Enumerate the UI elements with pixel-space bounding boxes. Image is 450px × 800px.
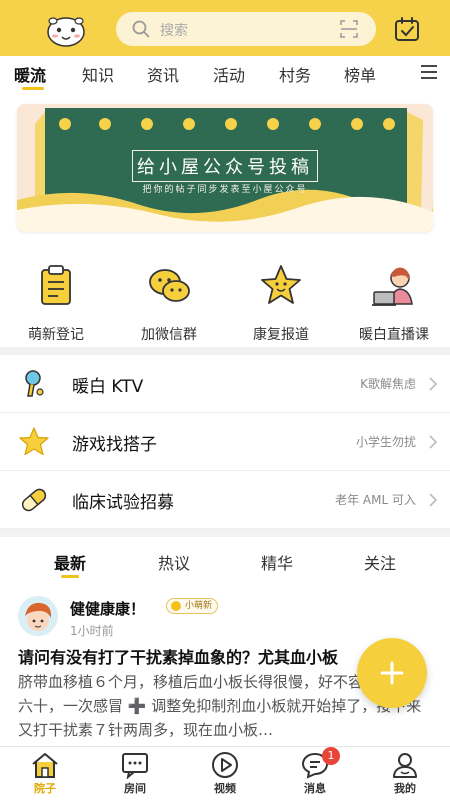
star-icon <box>261 265 301 304</box>
section-divider <box>0 529 450 537</box>
tab-cunwu[interactable]: 村务 <box>279 62 311 86</box>
search-bar[interactable]: 搜索 <box>116 12 376 46</box>
category-tabs: 暖流 知识 资讯 活动 村务 榜单 <box>0 56 450 96</box>
mascot-logo-icon[interactable] <box>44 12 88 48</box>
tab-nuanliu[interactable]: 暖流 <box>14 62 46 86</box>
plus-icon <box>380 661 404 685</box>
quick-entry-label: 暖白直播课 <box>359 327 429 343</box>
list-row-game-buddy[interactable]: 游戏找搭子 小学生勿扰 <box>0 413 450 471</box>
chevron-right-icon <box>429 435 438 449</box>
tab-zhishi[interactable]: 知识 <box>82 62 114 86</box>
nav-yard[interactable]: 院子 <box>0 751 90 796</box>
nav-profile[interactable]: 我的 <box>360 751 450 796</box>
row-title: 临床试验招募 <box>72 493 174 513</box>
section-divider <box>0 347 450 355</box>
post-username[interactable]: 健健康康！ <box>70 598 145 619</box>
feed-tab-featured[interactable]: 精华 <box>227 550 327 574</box>
live-class-icon <box>372 267 413 306</box>
nav-label: 院子 <box>34 782 56 795</box>
user-avatar-icon <box>18 596 58 636</box>
chevron-right-icon <box>429 493 438 507</box>
quick-entry-wechat-group[interactable]: 加微信群 <box>119 262 219 344</box>
feed-tab-following[interactable]: 关注 <box>330 550 430 574</box>
avatar[interactable] <box>18 596 58 636</box>
app-root: 搜索 暖流 知识 资讯 活动 村务 榜单 给小屋公众号投稿 把你的帖子同步发表至… <box>0 0 450 800</box>
quick-entry-label: 加微信群 <box>141 327 197 343</box>
checkin-calendar-icon[interactable] <box>394 16 420 42</box>
search-placeholder: 搜索 <box>160 23 188 39</box>
list-row-clinical-trial[interactable]: 临床试验招募 老年 AML 可入 <box>0 471 450 529</box>
nav-label: 我的 <box>394 782 416 795</box>
user-level-badge: 小萌新 <box>166 598 219 614</box>
active-feed-tab-indicator <box>61 575 79 578</box>
room-icon <box>122 753 148 779</box>
nav-label: 消息 <box>304 782 326 795</box>
bottom-navigation: 院子 房间 视频 1 消息 我的 <box>0 746 450 800</box>
nav-room[interactable]: 房间 <box>90 751 180 796</box>
row-title: 暖白 KTV <box>72 377 144 397</box>
microphone-icon <box>25 370 44 397</box>
nav-video[interactable]: 视频 <box>180 751 270 796</box>
feed-tab-latest[interactable]: 最新 <box>20 550 120 574</box>
chevron-right-icon <box>429 377 438 391</box>
pill-icon <box>21 488 47 512</box>
tab-bangdan[interactable]: 榜单 <box>344 62 376 86</box>
feed-tab-hot[interactable]: 热议 <box>124 550 224 574</box>
tab-huodong[interactable]: 活动 <box>213 62 245 86</box>
create-post-button[interactable] <box>357 638 427 708</box>
nav-label: 视频 <box>214 782 236 795</box>
nav-messages[interactable]: 1 消息 <box>270 747 360 796</box>
profile-icon <box>393 753 417 778</box>
tab-zixun[interactable]: 资讯 <box>147 62 179 86</box>
list-row-ktv[interactable]: 暖白 KTV K歌解焦虑 <box>0 355 450 413</box>
nav-label: 房间 <box>124 782 146 795</box>
post-time: 1小时前 <box>70 624 114 638</box>
quick-entry-live-class[interactable]: 暖白直播课 <box>344 262 444 344</box>
scan-icon[interactable] <box>340 20 358 38</box>
quick-entry-label: 萌新登记 <box>28 327 84 343</box>
quick-entries: 萌新登记 加微信群 康复报道 暖白直播课 <box>0 262 450 344</box>
row-note: 老年 AML 可入 <box>335 493 416 507</box>
row-note: K歌解焦虑 <box>360 377 416 391</box>
quick-entry-recovery[interactable]: 康复报道 <box>231 262 331 344</box>
top-header: 搜索 <box>0 0 450 56</box>
banner-title: 给小屋公众号投稿 <box>17 150 433 182</box>
row-title: 游戏找搭子 <box>72 435 157 455</box>
row-note: 小学生勿扰 <box>355 435 416 449</box>
active-tab-indicator <box>22 87 44 90</box>
clipboard-icon <box>41 265 71 305</box>
quick-entry-label: 康复报道 <box>253 327 309 343</box>
video-icon <box>212 752 238 778</box>
quick-entry-register[interactable]: 萌新登记 <box>6 262 106 344</box>
banner-subtitle: 把你的帖子同步发表至小屋公众号 <box>142 185 308 195</box>
menu-icon[interactable] <box>420 64 438 80</box>
home-icon <box>32 753 58 778</box>
message-count-badge: 1 <box>322 747 340 765</box>
promo-banner[interactable]: 给小屋公众号投稿 把你的帖子同步发表至小屋公众号 <box>17 104 433 232</box>
search-icon <box>132 20 150 38</box>
wechat-icon <box>149 269 190 302</box>
badge-icon <box>171 601 181 611</box>
star-icon <box>19 427 49 456</box>
